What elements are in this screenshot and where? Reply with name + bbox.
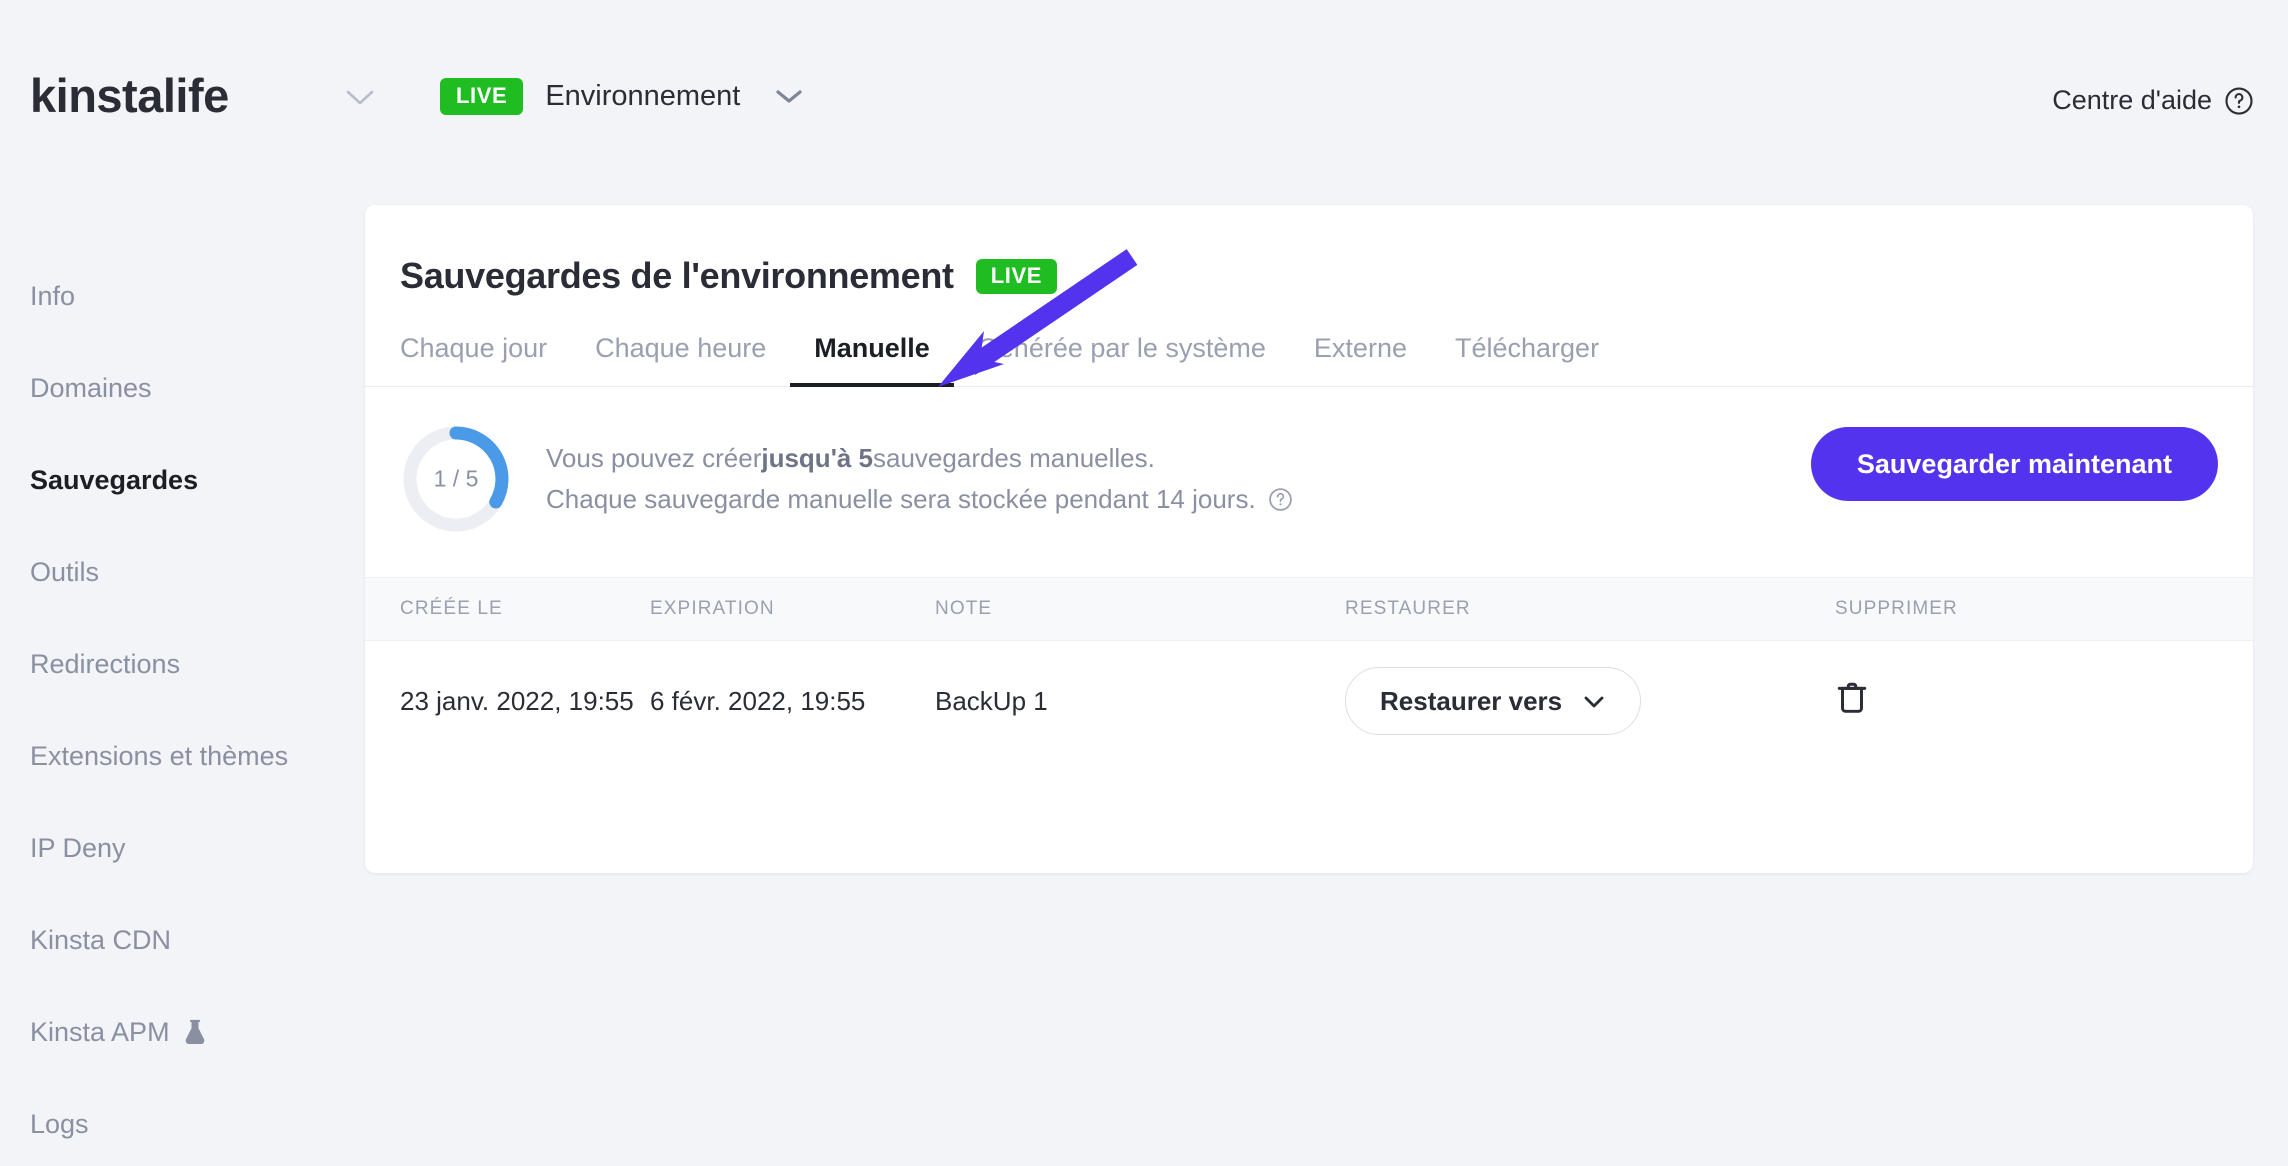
environment-switcher[interactable]: LIVE Environnement: [440, 78, 804, 115]
quota-info-row: 1 / 5 Vous pouvez créer jusqu'à 5 sauveg…: [365, 387, 2253, 537]
brand-logo[interactable]: kinstalife: [30, 72, 229, 119]
quota-progress-ring: 1 / 5: [400, 423, 512, 535]
quota-line-1-post: sauvegardes manuelles.: [873, 443, 1155, 473]
column-header-created: CRÉÉE LE: [400, 598, 503, 619]
help-center-label: Centre d'aide: [2052, 85, 2212, 115]
cell-delete: [1835, 679, 2135, 724]
question-circle-icon: [2224, 86, 2254, 116]
quota-line-1: Vous pouvez créer jusqu'à 5 sauvegardes …: [546, 443, 1293, 474]
environment-label: Environnement: [545, 80, 741, 112]
cell-expiration: 6 févr. 2022, 19:55: [650, 685, 866, 716]
chevron-down-icon: [1582, 686, 1606, 717]
sidebar-item-redirections[interactable]: Redirections: [0, 618, 365, 710]
restore-to-button[interactable]: Restaurer vers: [1345, 667, 1642, 735]
sidebar-item-label: Sauvegardes: [30, 464, 199, 495]
app-root: kinstalife LIVE Environnement Centre d'a…: [0, 0, 2288, 1166]
sidebar-item-label: Kinsta APM: [30, 1016, 170, 1047]
tab-externe[interactable]: Externe: [1290, 333, 1431, 386]
tab-telecharger[interactable]: Télécharger: [1431, 333, 1623, 386]
help-center-link[interactable]: Centre d'aide: [2052, 85, 2254, 116]
tab-bar: Chaque jour Chaque heure Manuelle Généré…: [365, 333, 2253, 387]
quota-line-2-text: Chaque sauvegarde manuelle sera stockée …: [546, 484, 1256, 514]
trash-icon: [1835, 682, 1869, 720]
backup-now-button[interactable]: Sauvegarder maintenant: [1810, 427, 2218, 501]
restore-to-label: Restaurer vers: [1380, 685, 1563, 716]
quota-value: 1 / 5: [433, 465, 479, 492]
cell-created: 23 janv. 2022, 19:55: [400, 685, 634, 716]
tab-chaque-heure[interactable]: Chaque heure: [571, 333, 790, 386]
column-header-note: NOTE: [935, 598, 993, 619]
sidebar-item-label: Redirections: [30, 648, 181, 679]
delete-backup-button[interactable]: [1835, 679, 1869, 717]
cell-restore: Restaurer vers: [1345, 667, 1835, 735]
sidebar-item-extensions-et-themes[interactable]: Extensions et thèmes: [0, 710, 365, 802]
sidebar-item-outils[interactable]: Outils: [0, 526, 365, 618]
table-header-row: CRÉÉE LE EXPIRATION NOTE RESTAURER SUPPR…: [365, 577, 2253, 641]
sidebar-item-label: Kinsta CDN: [30, 924, 172, 955]
column-header-delete: SUPPRIMER: [1835, 598, 1958, 619]
quota-line-1-strong: jusqu'à 5: [761, 443, 874, 473]
column-header-expiration: EXPIRATION: [650, 598, 775, 619]
sidebar-item-label: Info: [30, 280, 76, 311]
status-badge-live: LIVE: [975, 258, 1058, 294]
tab-manuelle[interactable]: Manuelle: [790, 333, 954, 387]
flask-icon: [184, 1019, 206, 1045]
chevron-down-icon[interactable]: [345, 88, 375, 108]
sidebar-item-kinsta-apm[interactable]: Kinsta APM: [0, 986, 365, 1078]
sidebar-item-logs[interactable]: Logs: [0, 1078, 365, 1166]
sidebar-item-label: IP Deny: [30, 832, 126, 863]
chevron-down-icon[interactable]: [774, 87, 804, 107]
column-header-restore: RESTAURER: [1345, 598, 1471, 619]
quota-line-1-pre: Vous pouvez créer: [546, 443, 762, 473]
sidebar-item-ip-deny[interactable]: IP Deny: [0, 802, 365, 894]
sidebar-item-domaines[interactable]: Domaines: [0, 342, 365, 434]
backups-table: CRÉÉE LE EXPIRATION NOTE RESTAURER SUPPR…: [365, 577, 2253, 761]
quota-text-block: Vous pouvez créer jusqu'à 5 sauvegardes …: [546, 443, 1293, 515]
sidebar-item-label: Domaines: [30, 372, 152, 403]
table-row: 23 janv. 2022, 19:55 6 févr. 2022, 19:55…: [365, 641, 2253, 761]
cell-note: BackUp 1: [935, 685, 1048, 716]
card-header: Sauvegardes de l'environnement LIVE: [365, 205, 2253, 297]
page-title: Sauvegardes de l'environnement: [400, 255, 954, 296]
sidebar-item-info[interactable]: Info: [0, 250, 365, 342]
sidebar-item-kinsta-cdn[interactable]: Kinsta CDN: [0, 894, 365, 986]
status-badge-live: LIVE: [440, 78, 524, 115]
sidebar-item-label: Extensions et thèmes: [30, 740, 289, 771]
tab-generee-par-le-systeme[interactable]: Générée par le système: [954, 333, 1290, 386]
top-bar: kinstalife LIVE Environnement Centre d'a…: [0, 0, 2288, 170]
question-circle-icon[interactable]: [1268, 487, 1293, 512]
sidebar: Info Domaines Sauvegardes Outils Redirec…: [0, 250, 365, 1166]
sidebar-item-sauvegardes[interactable]: Sauvegardes: [0, 434, 365, 526]
tab-chaque-jour[interactable]: Chaque jour: [400, 333, 571, 386]
quota-line-2: Chaque sauvegarde manuelle sera stockée …: [546, 484, 1293, 515]
sidebar-item-label: Logs: [30, 1108, 89, 1139]
backups-card: Sauvegardes de l'environnement LIVE Chaq…: [365, 205, 2253, 873]
sidebar-item-label: Outils: [30, 556, 100, 587]
